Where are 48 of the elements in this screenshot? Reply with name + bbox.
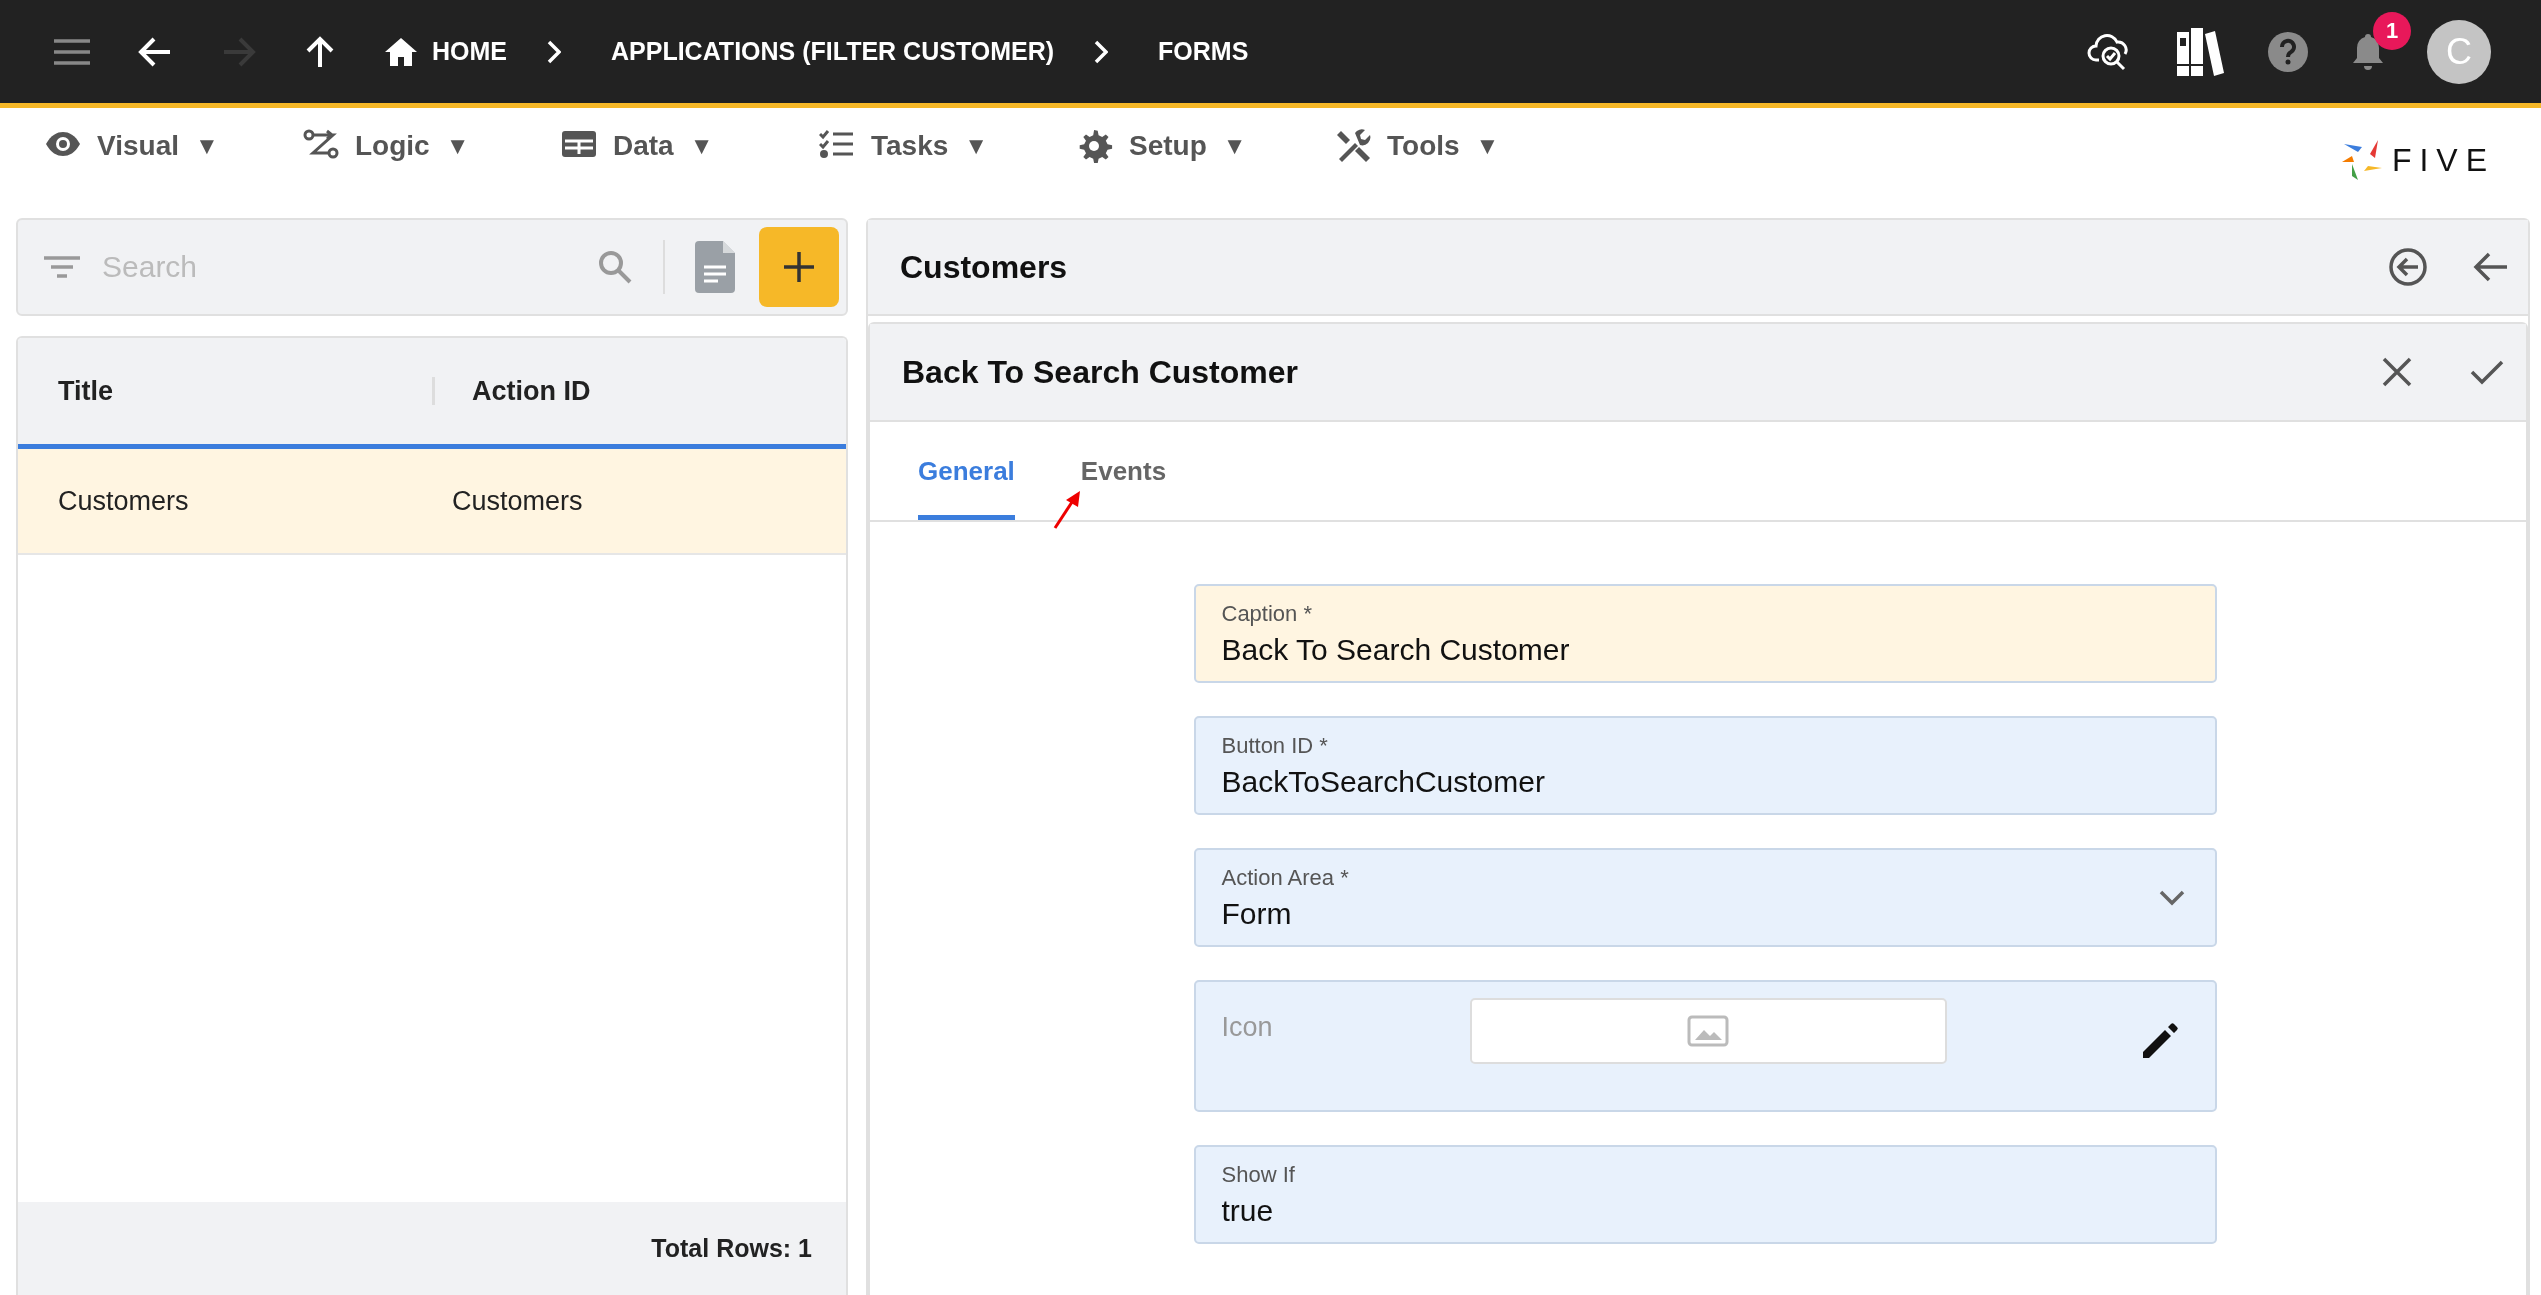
search-icon[interactable] xyxy=(597,249,633,285)
search-field[interactable]: Search xyxy=(100,249,577,285)
up-arrow-icon[interactable] xyxy=(306,35,334,68)
menu-item[interactable]: Setup ▼ xyxy=(1077,128,1335,164)
breadcrumb-link[interactable]: APPLICATIONS (FILTER CUSTOMER) xyxy=(611,37,1055,66)
filter-icon[interactable] xyxy=(44,255,80,279)
tab[interactable]: General xyxy=(918,422,1015,520)
menu-icon[interactable] xyxy=(54,37,90,66)
bell-icon[interactable] xyxy=(2351,31,2385,72)
table-row[interactable]: Customers Customers xyxy=(18,449,846,555)
breadcrumb-link[interactable]: HOME xyxy=(384,36,507,67)
document-icon[interactable] xyxy=(695,241,735,293)
check-icon[interactable] xyxy=(2470,359,2504,385)
chevron-right-icon xyxy=(547,39,561,64)
home-icon xyxy=(384,36,418,67)
books-icon[interactable] xyxy=(2175,25,2225,78)
text-field[interactable]: Button ID * BackToSearchCustomer xyxy=(1193,716,2217,815)
menu-item[interactable]: Tools ▼ xyxy=(1335,128,1593,164)
back-arrow-icon[interactable] xyxy=(2472,251,2508,283)
text-field[interactable]: Show If true xyxy=(1193,1145,2217,1244)
pencil-icon[interactable] xyxy=(2140,1022,2179,1060)
app-logo: FIVE xyxy=(2339,138,2495,182)
menu-item[interactable]: Tasks ▼ xyxy=(819,128,1077,164)
notification-count: 1 xyxy=(2373,11,2411,50)
tab[interactable]: Events xyxy=(1080,422,1167,520)
menu-item[interactable]: Visual ▼ xyxy=(45,128,303,164)
back-circle-icon[interactable] xyxy=(2388,247,2428,287)
menu-item-icon xyxy=(1335,129,1371,163)
dropdown-field[interactable]: Action Area * Form xyxy=(1193,848,2217,947)
table-cell-text: Customers xyxy=(58,485,190,517)
form-title: Back To Search Customer xyxy=(902,353,1299,391)
menu-item[interactable]: Logic ▼ xyxy=(303,128,561,164)
panel-title: Customers xyxy=(900,248,1069,286)
row-count: Total Rows: 1 xyxy=(651,1234,812,1263)
table-cell-text: Customers xyxy=(452,485,584,517)
breadcrumb-link[interactable]: FORMS xyxy=(1158,37,1249,66)
menu-item-icon xyxy=(1077,129,1113,163)
add-button[interactable] xyxy=(759,227,839,307)
plus-icon xyxy=(784,252,814,282)
help-icon[interactable] xyxy=(2267,30,2309,73)
image-icon xyxy=(1687,1015,1729,1047)
column-header[interactable]: Title xyxy=(58,375,432,407)
text-field[interactable]: Caption * Back To Search Customer xyxy=(1193,584,2217,683)
column-header[interactable]: Action ID xyxy=(472,375,846,407)
chevron-right-icon xyxy=(1094,39,1109,64)
menu-item[interactable]: Data ▼ xyxy=(561,128,819,164)
close-icon[interactable] xyxy=(2382,357,2412,387)
chevron-down-icon xyxy=(2158,889,2185,906)
